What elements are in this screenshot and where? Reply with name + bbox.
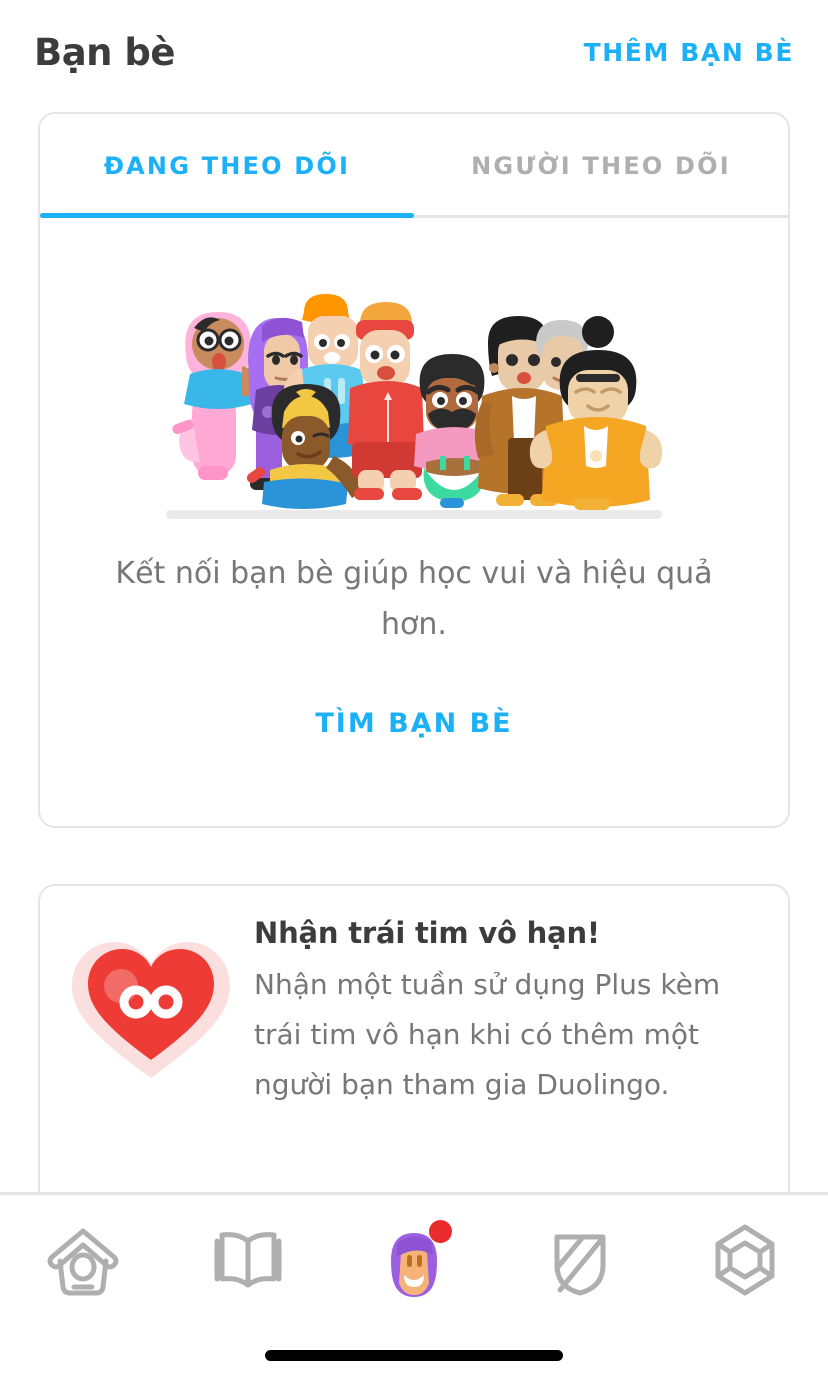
nav-item-home[interactable] — [33, 1210, 133, 1310]
nav-item-leagues[interactable] — [530, 1210, 630, 1310]
page-title: Bạn bè — [34, 30, 175, 74]
tab-following[interactable]: ĐANG THEO DÕI — [40, 114, 414, 218]
home-indicator — [265, 1350, 563, 1361]
notification-badge — [428, 1220, 452, 1243]
nav-item-learn[interactable] — [198, 1210, 298, 1310]
empty-state-illustration-wrap — [40, 218, 788, 548]
tab-followers[interactable]: NGƯỜI THEO DÕI — [414, 114, 788, 218]
ground-line — [166, 510, 662, 519]
add-friend-button[interactable]: THÊM BẠN BÈ — [584, 38, 794, 67]
tab-bar: ĐANG THEO DÕI NGƯỜI THEO DÕI — [40, 114, 788, 218]
friends-card: ĐANG THEO DÕI NGƯỜI THEO DÕI Kết nối bạn… — [38, 112, 790, 828]
empty-state-message: Kết nối bạn bè giúp học vui và hiệu quả … — [115, 556, 713, 642]
book-icon — [214, 1232, 282, 1288]
character-eddy — [348, 302, 424, 500]
duolingo-characters-group-illustration — [166, 294, 663, 519]
promo-card[interactable]: Nhận trái tim vô hạn! Nhận một tuần sử d… — [38, 884, 790, 1214]
character-zari — [172, 312, 257, 480]
page-header: Bạn bè THÊM BẠN BÈ — [0, 0, 828, 104]
shield-icon — [554, 1234, 606, 1296]
gem-icon — [715, 1224, 775, 1296]
promo-icon-wrap — [66, 916, 244, 1110]
birdhouse-icon — [47, 1228, 119, 1296]
find-friends-button[interactable]: TÌM BẠN BÈ — [40, 708, 788, 739]
nav-item-shop[interactable] — [695, 1210, 795, 1310]
infinite-hearts-icon — [72, 942, 230, 1078]
bottom-navigation-bar — [0, 1195, 828, 1325]
promo-title: Nhận trái tim vô hạn! — [254, 916, 600, 950]
promo-description: Nhận một tuần sử dụng Plus kèm trái tim … — [254, 968, 721, 1101]
nav-item-profile[interactable] — [364, 1210, 464, 1310]
